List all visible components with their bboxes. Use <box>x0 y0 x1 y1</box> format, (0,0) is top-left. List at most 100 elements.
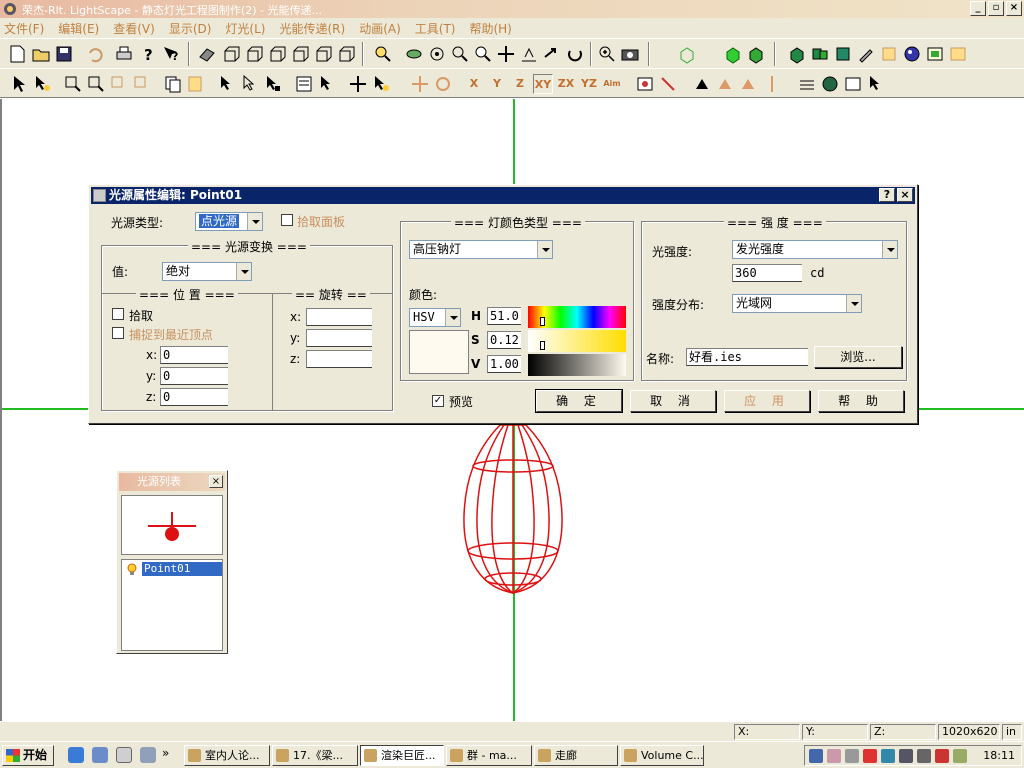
cube-right-icon[interactable] <box>335 43 357 65</box>
zoom-box-icon[interactable] <box>62 73 84 95</box>
light-move-icon[interactable] <box>761 73 783 95</box>
saturation-slider[interactable] <box>528 330 626 352</box>
copy-icon[interactable] <box>162 73 184 95</box>
pos-z-input[interactable]: 0 <box>160 388 228 406</box>
menu-help[interactable]: 帮助(H) <box>469 20 511 37</box>
dialog-close-button[interactable]: × <box>897 188 913 202</box>
move-light-icon[interactable] <box>370 73 392 95</box>
brightness-slider[interactable] <box>528 354 626 376</box>
zoom-light-icon[interactable] <box>372 43 394 65</box>
zoom-box3-icon[interactable] <box>108 73 130 95</box>
cube-top-icon[interactable] <box>266 43 288 65</box>
paste-icon[interactable] <box>185 73 207 95</box>
axis-y-button[interactable]: Y <box>487 74 507 94</box>
edit-icon[interactable] <box>855 43 877 65</box>
save-icon[interactable] <box>53 43 75 65</box>
task-2[interactable]: 17.《梁... <box>272 745 358 766</box>
restore-button[interactable]: ▫ <box>988 1 1004 16</box>
task-1[interactable]: 室内人论... <box>184 745 270 766</box>
light-add-icon[interactable] <box>715 73 737 95</box>
move-icon[interactable] <box>347 73 369 95</box>
ie-icon[interactable] <box>68 747 84 763</box>
lamp-type-select[interactable]: 高压钠灯 <box>409 240 553 259</box>
save-image-icon[interactable] <box>947 43 969 65</box>
select-all-icon[interactable] <box>262 73 284 95</box>
walk-icon[interactable] <box>518 43 540 65</box>
close-button[interactable]: × <box>1006 1 1022 16</box>
apply-button[interactable]: 应 用 <box>724 390 810 412</box>
list-item[interactable]: Point01 <box>142 562 222 576</box>
open-folder-icon[interactable] <box>30 43 52 65</box>
orbit-icon[interactable] <box>426 43 448 65</box>
tray-icon-2[interactable] <box>827 749 841 763</box>
render-icon[interactable] <box>901 43 923 65</box>
light-remove-icon[interactable] <box>738 73 760 95</box>
undo-icon[interactable] <box>84 43 106 65</box>
saturation-slider-thumb[interactable] <box>540 341 545 350</box>
rot-z-input[interactable] <box>306 350 372 368</box>
ok-button[interactable]: 确 定 <box>535 389 623 413</box>
cube-left-icon[interactable] <box>312 43 334 65</box>
task-6[interactable]: Volume C... <box>620 745 704 766</box>
intensity-input[interactable]: 360 <box>732 264 802 282</box>
select-arrow-icon[interactable] <box>8 73 30 95</box>
zoom-window-icon[interactable] <box>596 43 618 65</box>
distribution-select[interactable]: 光域网 <box>732 294 862 313</box>
spot-light-icon[interactable] <box>692 73 714 95</box>
new-file-icon[interactable] <box>6 43 28 65</box>
material-icon[interactable] <box>832 43 854 65</box>
layers-icon[interactable] <box>786 43 808 65</box>
start-button[interactable]: 开始 <box>2 745 54 766</box>
color-model-select[interactable]: HSV <box>409 308 461 327</box>
axis-zx-button[interactable]: ZX <box>556 74 576 94</box>
help-button[interactable]: 帮 助 <box>818 390 904 412</box>
menu-edit[interactable]: 编辑(E) <box>58 20 99 37</box>
blocks-icon[interactable] <box>809 43 831 65</box>
rot-y-input[interactable] <box>306 329 372 347</box>
rotate-icon[interactable] <box>564 43 586 65</box>
preview-checkbox[interactable]: ✓ <box>432 395 444 407</box>
texture-icon[interactable] <box>878 43 900 65</box>
desktop-icon[interactable] <box>116 747 132 763</box>
tray-icon-9[interactable] <box>953 749 967 763</box>
rotate-axis-icon[interactable] <box>432 73 454 95</box>
menu-radiosity[interactable]: 光能传递(R) <box>279 20 345 37</box>
axis-yz-button[interactable]: YZ <box>579 74 599 94</box>
light-list-close-button[interactable]: × <box>209 475 223 488</box>
camera-icon[interactable] <box>619 43 641 65</box>
select-inverse-icon[interactable] <box>239 73 261 95</box>
eye-icon[interactable] <box>403 43 425 65</box>
move-axis-icon[interactable] <box>409 73 431 95</box>
task-4[interactable]: 群 - ma... <box>446 745 532 766</box>
tray-icon-8[interactable] <box>935 749 949 763</box>
cube-side-icon[interactable] <box>243 43 265 65</box>
menu-display[interactable]: 显示(D) <box>169 20 212 37</box>
light-list[interactable]: Point01 <box>121 559 223 651</box>
task-3[interactable]: 渲染巨匠... <box>360 745 444 766</box>
light-direction-icon[interactable] <box>657 73 679 95</box>
hue-slider-thumb[interactable] <box>540 317 545 326</box>
help-icon[interactable]: ? <box>137 43 159 65</box>
explorer-icon[interactable] <box>92 747 108 763</box>
view-3d-icon[interactable] <box>196 43 218 65</box>
value-mode-select[interactable]: 绝对 <box>162 262 252 281</box>
menu-animation[interactable]: 动画(A) <box>359 20 401 37</box>
network-icon[interactable] <box>809 749 823 763</box>
value-brightness-input[interactable]: 1.00 <box>487 355 521 373</box>
pick-panel-checkbox[interactable] <box>281 214 293 226</box>
zoom-box2-icon[interactable] <box>85 73 107 95</box>
task-5[interactable]: 走廊 <box>534 745 618 766</box>
pan-icon[interactable] <box>495 43 517 65</box>
axis-z-button[interactable]: Z <box>510 74 530 94</box>
snap-vertex-checkbox[interactable] <box>112 327 124 339</box>
rot-x-input[interactable] <box>306 308 372 326</box>
hue-slider[interactable] <box>528 306 626 328</box>
cube-back-icon[interactable] <box>289 43 311 65</box>
menu-light[interactable]: 灯光(L) <box>225 20 265 37</box>
wire-cube-icon[interactable] <box>676 43 698 65</box>
browse-button[interactable]: 浏览... <box>814 346 902 368</box>
properties2-icon[interactable] <box>316 73 338 95</box>
solid-cube-icon[interactable] <box>722 43 744 65</box>
image-icon[interactable] <box>924 43 946 65</box>
axis-x-button[interactable]: X <box>464 74 484 94</box>
